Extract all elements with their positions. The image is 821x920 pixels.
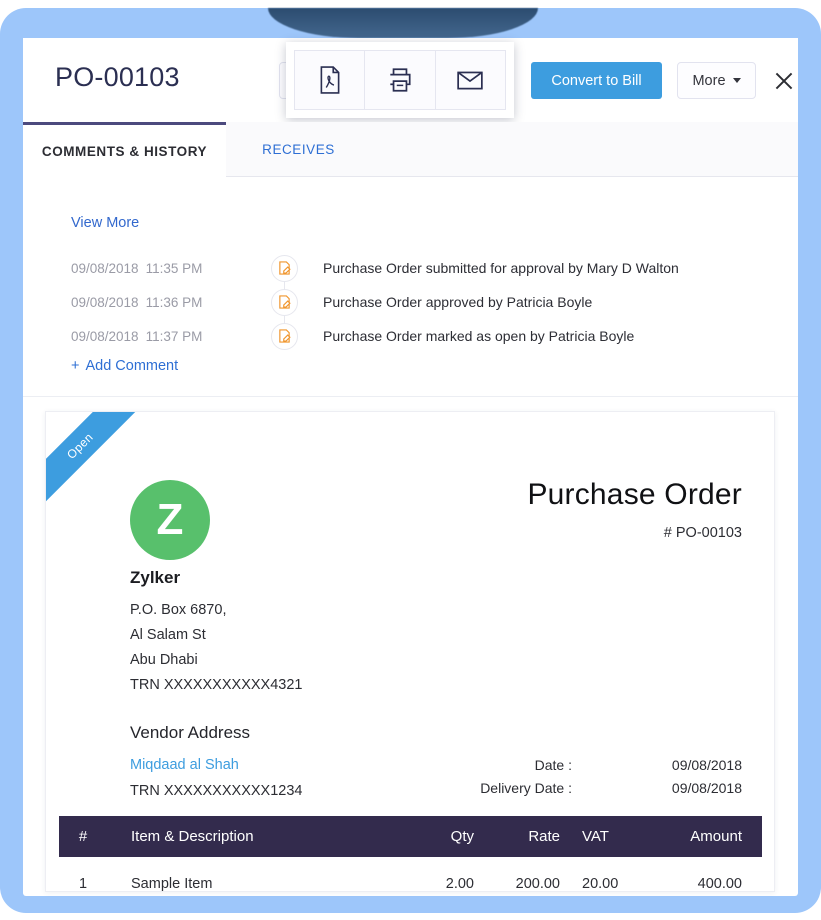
column-header-qty: Qty xyxy=(416,816,488,857)
timeline-timestamp: 09/08/2018 11:35 PM xyxy=(71,261,271,276)
meta-label: Date : xyxy=(534,757,572,773)
pdf-button[interactable] xyxy=(294,50,366,110)
column-header-rate: Rate xyxy=(488,816,574,857)
timeline-text: Purchase Order approved by Patricia Boyl… xyxy=(323,294,593,310)
comments-history-panel: View More 09/08/2018 11:35 PM Purchase O… xyxy=(23,177,798,396)
frame-notch xyxy=(268,8,538,38)
device-frame: PO-00103 Convert to Bill More COMMENTS &… xyxy=(0,8,821,913)
cell-amount: 400.00 xyxy=(644,857,762,891)
timeline-node xyxy=(271,254,323,297)
timeline-node xyxy=(271,280,323,331)
tab-bar: COMMENTS & HISTORY RECEIVES xyxy=(23,122,798,177)
chevron-down-icon xyxy=(732,78,741,83)
printer-icon xyxy=(390,68,411,92)
table-row: 1 Sample Item 2.00 200.00 20.00 5.00% 40… xyxy=(59,857,762,892)
table-header: # Item & Description Qty Rate VAT Amount xyxy=(59,816,762,857)
timeline-entry: 09/08/2018 11:36 PM Purchase Order approv… xyxy=(71,280,771,331)
timeline-text: Purchase Order marked as open by Patrici… xyxy=(323,328,635,344)
timeline-timestamp: 09/08/2018 11:37 PM xyxy=(71,329,271,344)
company-address: P.O. Box 6870, Al Salam St Abu Dhabi TRN… xyxy=(130,598,302,698)
timeline-icon-circle xyxy=(271,254,298,282)
timeline-entry: 09/08/2018 11:37 PM Purchase Order marked… xyxy=(71,314,771,353)
document-edit-icon xyxy=(279,295,291,309)
meta-value: 09/08/2018 xyxy=(671,780,742,796)
column-header-vat: VAT xyxy=(574,816,644,857)
timeline-time: 11:37 PM xyxy=(145,328,203,344)
cell-qty: 2.00 xyxy=(416,857,488,891)
timeline-date: 09/08/2018 xyxy=(71,328,139,344)
timeline-text: Purchase Order submitted for approval by… xyxy=(323,260,679,276)
address-line: TRN XXXXXXXXXXX4321 xyxy=(130,677,303,693)
table-header-row: # Item & Description Qty Rate VAT Amount xyxy=(59,816,762,857)
address-line: Al Salam St xyxy=(130,627,206,643)
document-edit-icon xyxy=(279,329,291,343)
print-button[interactable] xyxy=(365,50,436,110)
vendor-address-heading: Vendor Address xyxy=(130,723,251,742)
timeline-timestamp: 09/08/2018 11:36 PM xyxy=(71,295,271,310)
plus-icon: + xyxy=(71,358,80,374)
timeline-date: 09/08/2018 xyxy=(71,260,139,276)
cell-vat-amount: 20.00 xyxy=(582,876,619,892)
document-meta-table: Date : 09/08/2018 Delivery Date : 09/08/… xyxy=(480,757,742,803)
view-more-link[interactable]: View More xyxy=(71,215,139,231)
timeline-date: 09/08/2018 xyxy=(71,294,139,310)
line-items-table: # Item & Description Qty Rate VAT Amount… xyxy=(59,816,762,892)
timeline-time: 11:35 PM xyxy=(145,260,203,276)
table-body: 1 Sample Item 2.00 200.00 20.00 5.00% 40… xyxy=(59,857,762,892)
address-line: Abu Dhabi xyxy=(130,652,198,668)
more-button[interactable]: More xyxy=(677,62,756,99)
page-title: PO-00103 xyxy=(55,62,180,92)
cell-number: 1 xyxy=(59,857,107,891)
vendor-trn: TRN XXXXXXXXXXX1234 xyxy=(130,783,303,799)
envelope-icon xyxy=(457,71,484,90)
vendor-name-link[interactable]: Miqdaad al Shah xyxy=(130,757,239,773)
add-comment-link[interactable]: + Add Comment xyxy=(71,358,178,374)
app-window: PO-00103 Convert to Bill More COMMENTS &… xyxy=(23,38,798,896)
action-popup xyxy=(286,42,514,118)
cell-vat: 20.00 5.00% xyxy=(574,857,644,892)
company-name: Zylker xyxy=(130,568,181,587)
cell-rate: 200.00 xyxy=(488,857,574,891)
email-button[interactable] xyxy=(435,50,506,110)
close-button[interactable] xyxy=(771,68,797,94)
document-number: # PO-00103 xyxy=(663,525,742,541)
address-line: P.O. Box 6870, xyxy=(130,602,227,618)
meta-value: 09/08/2018 xyxy=(671,757,742,773)
timeline-icon-circle xyxy=(271,322,298,350)
add-comment-label: Add Comment xyxy=(85,358,179,374)
tab-receives[interactable]: RECEIVES xyxy=(226,122,371,177)
company-logo: Z xyxy=(130,480,210,560)
column-header-amount: Amount xyxy=(644,816,762,857)
tab-comments-history[interactable]: COMMENTS & HISTORY xyxy=(23,122,226,177)
status-badge: Open xyxy=(46,412,148,514)
document-edit-icon xyxy=(279,261,291,275)
cell-item: Sample Item xyxy=(107,857,416,891)
pdf-file-icon xyxy=(320,66,340,94)
meta-row: Delivery Date : 09/08/2018 xyxy=(480,780,742,803)
history-timeline: 09/08/2018 11:35 PM Purchase Order submit… xyxy=(71,251,771,353)
document-title: Purchase Order xyxy=(527,478,742,511)
convert-to-bill-button[interactable]: Convert to Bill xyxy=(531,62,662,99)
meta-row: Date : 09/08/2018 xyxy=(480,757,742,780)
timeline-time: 11:36 PM xyxy=(145,294,203,310)
column-header-item: Item & Description xyxy=(107,816,416,857)
document-preview-card: Open Z Zylker P.O. Box 6870, Al Salam St… xyxy=(45,411,775,892)
timeline-node xyxy=(271,314,323,350)
meta-label: Delivery Date : xyxy=(480,780,572,796)
close-icon xyxy=(775,72,793,90)
timeline-icon-circle xyxy=(271,288,298,316)
section-divider xyxy=(23,396,798,397)
more-button-label: More xyxy=(692,72,726,89)
column-header-number: # xyxy=(59,816,107,857)
timeline-entry: 09/08/2018 11:35 PM Purchase Order submit… xyxy=(71,251,771,297)
